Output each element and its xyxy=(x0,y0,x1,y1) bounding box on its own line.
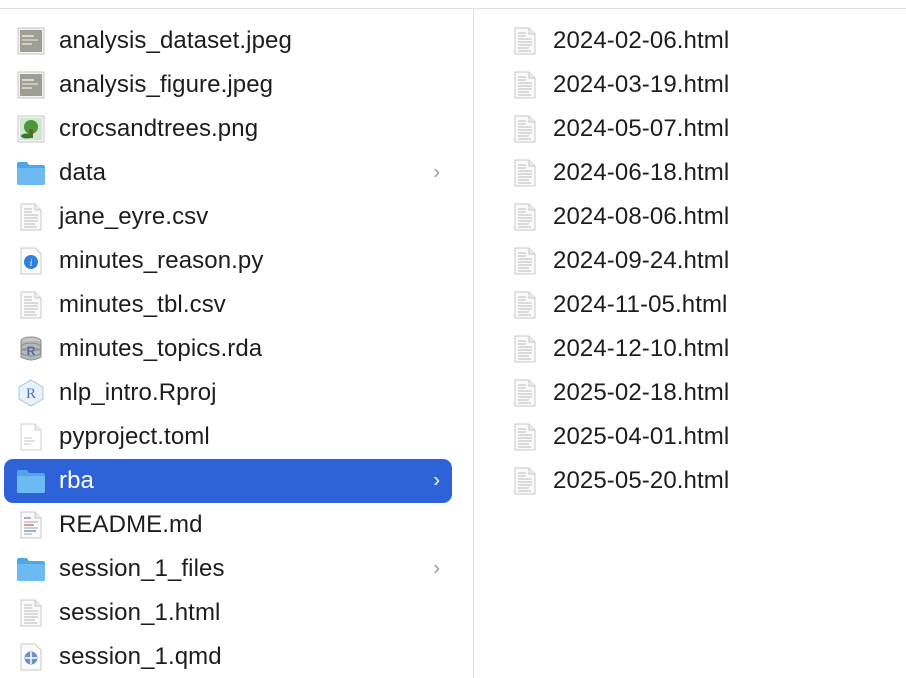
file-name: 2024-12-10.html xyxy=(553,335,730,362)
file-row-readme-md[interactable]: README.md xyxy=(4,503,452,547)
file-row-2024-03-19-html[interactable]: 2024-03-19.html xyxy=(474,63,906,107)
file-row-2024-08-06-html[interactable]: 2024-08-06.html xyxy=(474,195,906,239)
file-name: 2024-02-06.html xyxy=(553,27,730,54)
text-file-icon xyxy=(16,422,46,452)
document-icon xyxy=(16,290,46,320)
document-icon xyxy=(510,114,540,144)
file-row-2025-02-18-html[interactable]: 2025-02-18.html xyxy=(474,371,906,415)
quarto-file-icon xyxy=(16,642,46,672)
file-row-analysis-figure-jpeg[interactable]: analysis_figure.jpeg xyxy=(4,63,452,107)
file-name: 2024-09-24.html xyxy=(553,247,730,274)
document-icon xyxy=(510,290,540,320)
file-row-data[interactable]: data › xyxy=(4,151,452,195)
file-name: analysis_dataset.jpeg xyxy=(59,27,292,54)
image-thumbnail-icon xyxy=(16,26,46,56)
r-data-icon: R xyxy=(16,334,46,364)
file-row-rba[interactable]: rba › xyxy=(4,459,452,503)
file-name: data xyxy=(59,159,107,186)
document-icon xyxy=(510,158,540,188)
file-name: analysis_figure.jpeg xyxy=(59,71,274,98)
file-name: 2024-05-07.html xyxy=(553,115,730,142)
document-icon xyxy=(510,466,540,496)
file-name: crocsandtrees.png xyxy=(59,115,259,142)
file-row-minutes-topics-rda[interactable]: Rminutes_topics.rda xyxy=(4,327,452,371)
file-name: pyproject.toml xyxy=(59,423,210,450)
chevron-right-icon: › xyxy=(433,469,440,492)
document-icon xyxy=(510,246,540,276)
file-name: 2024-11-05.html xyxy=(553,291,728,318)
file-row-2024-11-05-html[interactable]: 2024-11-05.html xyxy=(474,283,906,327)
file-row-pyproject-toml[interactable]: pyproject.toml xyxy=(4,415,452,459)
svg-text:i: i xyxy=(30,258,33,269)
file-row-minutes-reason-py[interactable]: i minutes_reason.py xyxy=(4,239,452,283)
file-name: 2024-06-18.html xyxy=(553,159,730,186)
svg-text:R: R xyxy=(27,344,36,358)
file-name: minutes_tbl.csv xyxy=(59,291,226,318)
finder-window: analysis_dataset.jpeg analysis_figure.jpe… xyxy=(0,0,906,678)
document-icon xyxy=(16,202,46,232)
file-row-session-1-html[interactable]: session_1.html xyxy=(4,591,452,635)
file-name: session_1_files xyxy=(59,555,225,582)
file-name: 2024-08-06.html xyxy=(553,203,730,230)
file-name: rba xyxy=(59,467,94,494)
folder-icon xyxy=(16,466,46,496)
document-icon xyxy=(510,378,540,408)
python-file-icon: i xyxy=(16,246,46,276)
folder-icon xyxy=(16,554,46,584)
file-name: minutes_topics.rda xyxy=(59,335,263,362)
right-column: 2024-02-06.html 2024-03-19.html 2024-05-07… xyxy=(474,19,906,503)
file-row-session-1-files[interactable]: session_1_files › xyxy=(4,547,452,591)
file-row-jane-eyre-csv[interactable]: jane_eyre.csv xyxy=(4,195,452,239)
left-column: analysis_dataset.jpeg analysis_figure.jpe… xyxy=(0,19,473,678)
folder-icon xyxy=(16,158,46,188)
document-icon xyxy=(510,70,540,100)
file-row-analysis-dataset-jpeg[interactable]: analysis_dataset.jpeg xyxy=(4,19,452,63)
file-name: 2024-03-19.html xyxy=(553,71,730,98)
file-row-2025-05-20-html[interactable]: 2025-05-20.html xyxy=(474,459,906,503)
chevron-right-icon: › xyxy=(433,161,440,184)
file-row-2024-05-07-html[interactable]: 2024-05-07.html xyxy=(474,107,906,151)
file-row-crocsandtrees-png[interactable]: crocsandtrees.png xyxy=(4,107,452,151)
document-icon xyxy=(510,202,540,232)
image-thumbnail-icon xyxy=(16,70,46,100)
top-separator xyxy=(0,8,906,9)
file-name: 2025-05-20.html xyxy=(553,467,730,494)
file-name: minutes_reason.py xyxy=(59,247,264,274)
file-row-2024-06-18-html[interactable]: 2024-06-18.html xyxy=(474,151,906,195)
file-row-2024-09-24-html[interactable]: 2024-09-24.html xyxy=(474,239,906,283)
file-name: 2025-02-18.html xyxy=(553,379,730,406)
file-row-session-1-qmd[interactable]: session_1.qmd xyxy=(4,635,452,678)
document-icon xyxy=(510,26,540,56)
image-thumbnail-icon xyxy=(16,114,46,144)
document-icon xyxy=(16,598,46,628)
svg-text:R: R xyxy=(26,386,36,402)
file-name: session_1.qmd xyxy=(59,643,222,670)
file-name: jane_eyre.csv xyxy=(59,203,209,230)
document-icon xyxy=(510,334,540,364)
file-name: 2025-04-01.html xyxy=(553,423,730,450)
file-row-nlp-intro-rproj[interactable]: Rnlp_intro.Rproj xyxy=(4,371,452,415)
file-row-2025-04-01-html[interactable]: 2025-04-01.html xyxy=(474,415,906,459)
file-name: README.md xyxy=(59,511,203,538)
file-row-2024-02-06-html[interactable]: 2024-02-06.html xyxy=(474,19,906,63)
markdown-file-icon xyxy=(16,510,46,540)
file-name: nlp_intro.Rproj xyxy=(59,379,217,406)
file-name: session_1.html xyxy=(59,599,221,626)
file-row-2024-12-10-html[interactable]: 2024-12-10.html xyxy=(474,327,906,371)
chevron-right-icon: › xyxy=(433,557,440,580)
file-row-minutes-tbl-csv[interactable]: minutes_tbl.csv xyxy=(4,283,452,327)
r-project-icon: R xyxy=(16,378,46,408)
document-icon xyxy=(510,422,540,452)
